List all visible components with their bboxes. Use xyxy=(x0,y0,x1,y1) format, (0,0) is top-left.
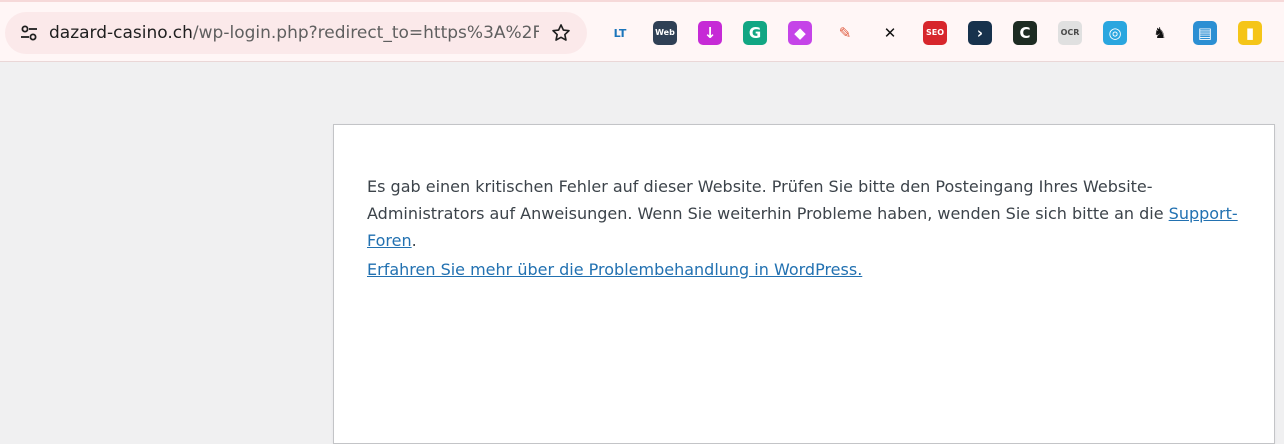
error-text: Es gab einen kritischen Fehler auf diese… xyxy=(367,177,1169,223)
troubleshooting-link[interactable]: Erfahren Sie mehr über die Problembehand… xyxy=(367,260,862,279)
color-picker-extension-icon[interactable]: ✎ xyxy=(833,21,857,45)
tune-icon xyxy=(21,25,37,41)
url-host: dazard-casino.ch xyxy=(49,23,193,43)
address-bar[interactable]: dazard-casino.ch/wp-login.php?redirect_t… xyxy=(5,12,587,54)
url-path: /wp-login.php?redirect_to=https%3A%2F%..… xyxy=(192,23,539,43)
grammarly-extension-icon[interactable]: G xyxy=(743,21,767,45)
seo-extension-icon[interactable]: SEO xyxy=(923,21,947,45)
search-extension-icon[interactable]: ◎ xyxy=(1103,21,1127,45)
download-extension-icon[interactable]: ↓ xyxy=(698,21,722,45)
yellow-extension-icon[interactable]: ▮ xyxy=(1238,21,1262,45)
languagetool-extension-icon[interactable]: LT xyxy=(608,21,632,45)
learn-more: Erfahren Sie mehr über die Problembehand… xyxy=(367,257,862,283)
error-message: Es gab einen kritischen Fehler auf diese… xyxy=(367,173,1247,254)
url-text[interactable]: dazard-casino.ch/wp-login.php?redirect_t… xyxy=(49,23,539,43)
chat-extension-icon[interactable]: ◆ xyxy=(788,21,812,45)
ninja-extension-icon[interactable]: ✕ xyxy=(878,21,902,45)
error-card: Es gab einen kritischen Fehler auf diese… xyxy=(333,124,1275,444)
green-badge-extension-icon[interactable]: C xyxy=(1013,21,1037,45)
error-text-end: . xyxy=(411,231,417,250)
person-extension-icon[interactable]: ♞ xyxy=(1148,21,1172,45)
star-outline-icon xyxy=(552,24,570,41)
reader-extension-icon[interactable]: ▤ xyxy=(1193,21,1217,45)
bookmark-button[interactable] xyxy=(545,17,577,49)
hexagon-extension-icon[interactable]: › xyxy=(968,21,992,45)
site-info-button[interactable] xyxy=(13,17,45,49)
ocr-extension-icon[interactable]: OCR xyxy=(1058,21,1082,45)
webhighlights-extension-icon[interactable]: Web xyxy=(653,21,677,45)
browser-toolbar: dazard-casino.ch/wp-login.php?redirect_t… xyxy=(0,0,1284,62)
